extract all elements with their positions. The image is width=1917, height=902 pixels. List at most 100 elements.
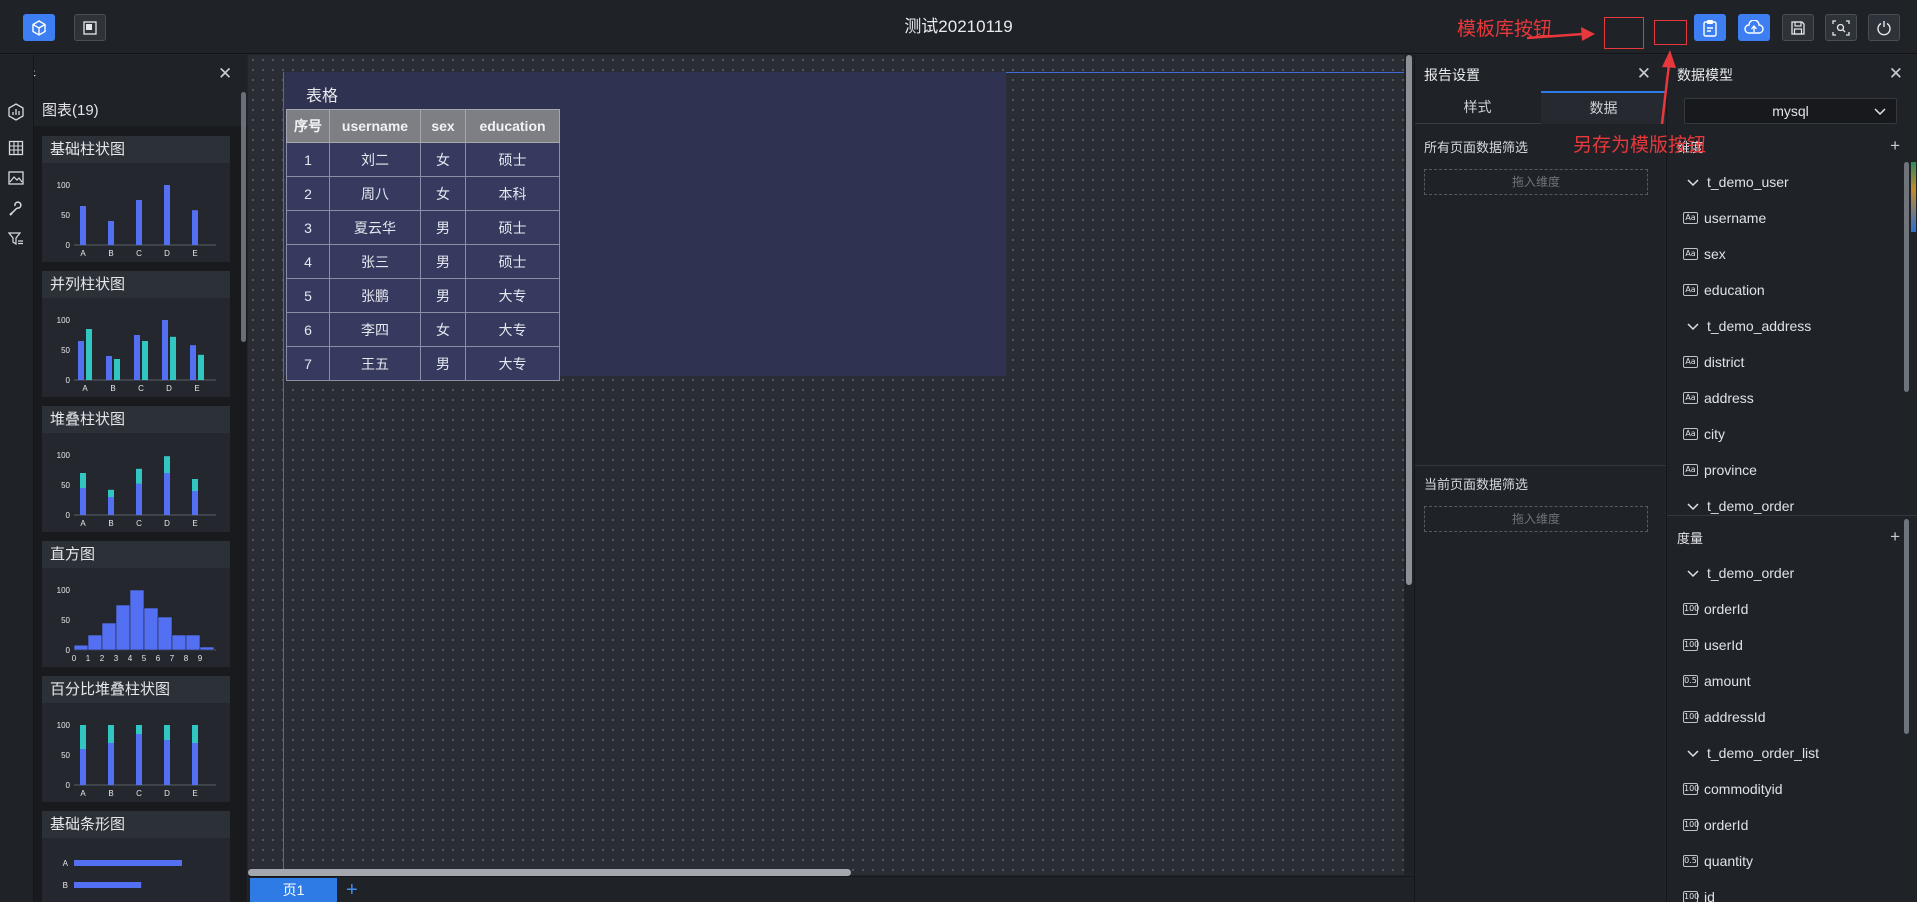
cloud-icon[interactable] <box>1738 14 1770 41</box>
table-node[interactable]: t_demo_user <box>1687 171 1789 193</box>
chart-card-percent-stacked[interactable]: 百分比堆叠柱状图 100 50 0 A B C D E <box>42 676 230 802</box>
table-cell: 4 <box>286 244 330 279</box>
data-model-panel: 数据模型 ✕ mysql 维度 + t_demo_user Aa username A… <box>1666 55 1917 902</box>
table-row: 1 刘二女硕士 <box>286 142 560 177</box>
datasource-select[interactable]: mysql <box>1684 98 1897 124</box>
chart-card-basic-hbar[interactable]: 基础条形图 AB <box>42 811 230 902</box>
add-page-button[interactable]: + <box>346 877 358 902</box>
column-header[interactable]: username <box>329 109 421 143</box>
field-item[interactable]: 100 orderId <box>1683 814 1748 836</box>
power-icon[interactable] <box>1868 14 1900 41</box>
field-item[interactable]: Aa city <box>1683 423 1725 445</box>
tab-style[interactable]: 样式 <box>1415 91 1540 124</box>
measures-scrollbar[interactable] <box>1904 519 1909 734</box>
save-as-template-button[interactable] <box>1654 20 1687 45</box>
bar-mark <box>192 210 198 245</box>
percent-stacked-thumbnail: 100 50 0A B C D E <box>57 721 216 798</box>
bar-mark <box>157 616 173 651</box>
image-category-icon[interactable] <box>6 168 26 188</box>
layout-icon[interactable] <box>74 14 106 41</box>
field-item[interactable]: 100 commodityid <box>1683 778 1783 800</box>
field-item[interactable]: Aa username <box>1683 207 1766 229</box>
integer-type-icon: 100 <box>1683 711 1700 723</box>
bar-mark <box>136 483 142 515</box>
column-header[interactable]: education <box>465 109 560 143</box>
all-pages-dropzone[interactable]: 拖入维度 <box>1424 169 1648 195</box>
canvas-vertical-scrollbar[interactable] <box>1406 55 1412 585</box>
clipboard-icon[interactable] <box>1694 14 1726 41</box>
table-cell: 女 <box>420 142 466 177</box>
field-item[interactable]: Aa address <box>1683 387 1754 409</box>
template-library-button[interactable] <box>1604 17 1644 49</box>
table-node[interactable]: t_demo_address <box>1687 315 1811 337</box>
tab-data[interactable]: 数据 <box>1541 91 1666 124</box>
table-node[interactable]: t_demo_order <box>1687 495 1794 517</box>
field-name: education <box>1704 282 1765 298</box>
bar-mark <box>142 341 148 380</box>
table-cell: 周八 <box>329 176 421 211</box>
bar-mark <box>80 749 86 785</box>
table-cell: 张三 <box>329 244 421 279</box>
grouped-bar-thumbnail: 100 50 0 A B C D E <box>57 316 216 393</box>
chevron-down-icon <box>1874 108 1886 116</box>
table-cell: 2 <box>286 176 330 211</box>
close-icon[interactable]: ✕ <box>1889 65 1903 82</box>
y-tick-label: 100 <box>57 181 71 190</box>
canvas-horizontal-scrollbar[interactable] <box>248 869 851 876</box>
chart-card-stacked-bar[interactable]: 堆叠柱状图 100 50 0 A B C D E <box>42 406 230 532</box>
table-node[interactable]: t_demo_order <box>1687 562 1794 584</box>
add-dimension-button[interactable]: + <box>1890 137 1900 154</box>
column-header[interactable]: 序号 <box>286 109 330 143</box>
close-icon[interactable]: ✕ <box>218 65 232 82</box>
divider <box>1667 515 1917 516</box>
bar-mark <box>164 740 170 785</box>
chart-card-grouped-bar[interactable]: 并列柱状图 100 50 0 A B C D E <box>42 271 230 397</box>
page-tab[interactable]: 页1 <box>250 878 337 902</box>
table-cell: 张鹏 <box>329 278 421 313</box>
field-item[interactable]: 100 id <box>1683 886 1715 902</box>
field-name: t_demo_order_list <box>1707 745 1820 761</box>
chart-category-icon[interactable] <box>6 102 26 122</box>
chart-card-title: 基础条形图 <box>42 811 230 838</box>
bar-mark <box>136 725 142 734</box>
table-category-icon[interactable] <box>6 138 26 158</box>
cube-icon[interactable] <box>23 14 55 41</box>
bar-mark <box>192 479 198 491</box>
field-item[interactable]: 100 userId <box>1683 634 1743 656</box>
bar-mark <box>74 882 142 888</box>
table-widget[interactable]: 表格 序号 username sex education 1 刘二女硕士 2 周八女… <box>284 72 1006 381</box>
x-tick-label: C <box>138 384 144 393</box>
x-tick-label: 0 <box>72 654 77 663</box>
table-node[interactable]: t_demo_order_list <box>1687 742 1819 764</box>
preview-icon[interactable] <box>1825 14 1857 41</box>
filter-category-icon[interactable] <box>6 229 26 249</box>
chart-card-histogram[interactable]: 直方图 100 50 0 0 1 2 3 4 5 6 7 8 9 <box>42 541 230 667</box>
x-tick-label: D <box>166 384 172 393</box>
current-page-dropzone[interactable]: 拖入维度 <box>1424 506 1648 532</box>
field-name: id <box>1704 889 1715 902</box>
dimensions-scrollbar[interactable] <box>1904 162 1909 392</box>
text-type-icon: Aa <box>1683 356 1698 368</box>
close-icon[interactable]: ✕ <box>1637 65 1651 82</box>
field-item[interactable]: 0.5 amount <box>1683 670 1751 692</box>
column-header[interactable]: sex <box>420 109 466 143</box>
field-item[interactable]: Aa district <box>1683 351 1744 373</box>
field-item[interactable]: 100 orderId <box>1683 598 1748 620</box>
tools-category-icon[interactable] <box>6 199 26 219</box>
add-measure-button[interactable]: + <box>1890 528 1900 545</box>
field-item[interactable]: Aa education <box>1683 279 1765 301</box>
table-cell: 大专 <box>465 346 560 381</box>
bar-mark <box>136 734 142 785</box>
field-item[interactable]: Aa sex <box>1683 243 1726 265</box>
components-scrollbar[interactable] <box>241 92 246 342</box>
field-item[interactable]: 100 addressId <box>1683 706 1765 728</box>
table-cell: 女 <box>420 176 466 211</box>
table-cell: 硕士 <box>465 210 560 245</box>
save-icon[interactable] <box>1782 14 1814 41</box>
x-tick-label: 5 <box>142 654 147 663</box>
field-item[interactable]: 0.5 quantity <box>1683 850 1753 872</box>
chart-card-basic-bar[interactable]: 基础柱状图 100 50 0 A B C D E <box>42 136 230 262</box>
field-item[interactable]: Aa province <box>1683 459 1757 481</box>
table-cell: 男 <box>420 244 466 279</box>
table-cell: 李四 <box>329 312 421 347</box>
